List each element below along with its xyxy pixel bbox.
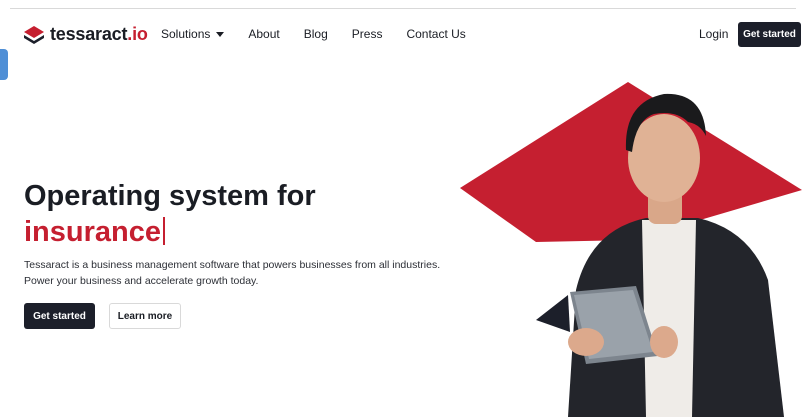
nav-item-contact[interactable]: Contact Us bbox=[406, 27, 465, 41]
typing-cursor bbox=[163, 217, 165, 245]
nav-get-started-button[interactable]: Get started bbox=[738, 22, 801, 47]
nav-item-about[interactable]: About bbox=[248, 27, 279, 41]
nav-links: Solutions About Blog Press Contact Us bbox=[161, 27, 490, 41]
hero-illustration bbox=[450, 80, 806, 417]
caret-down-icon bbox=[216, 31, 225, 37]
hero-title-line1: Operating system for bbox=[24, 180, 316, 212]
tessaract-logo-icon bbox=[24, 25, 44, 44]
hero-description: Tessaract is a business management softw… bbox=[24, 259, 441, 287]
nav-item-press[interactable]: Press bbox=[352, 27, 383, 41]
hero-title: Operating system for insurance bbox=[24, 178, 444, 250]
navbar: tessaract.io Solutions About Blog Press … bbox=[0, 18, 806, 50]
side-feedback-tab[interactable] bbox=[0, 49, 8, 80]
nav-item-blog[interactable]: Blog bbox=[304, 27, 328, 41]
nav-item-solutions[interactable]: Solutions bbox=[161, 27, 225, 41]
top-divider bbox=[10, 8, 796, 9]
hero-get-started-button[interactable]: Get started bbox=[24, 303, 95, 329]
learn-more-button[interactable]: Learn more bbox=[109, 303, 181, 329]
person-shirt bbox=[642, 220, 696, 417]
brand-logo[interactable]: tessaract.io bbox=[24, 24, 148, 45]
hero-title-line2: insurance bbox=[24, 214, 444, 250]
login-link[interactable]: Login bbox=[699, 27, 728, 41]
dark-triangle-shape bbox=[536, 295, 570, 332]
brand-name: tessaract.io bbox=[50, 24, 148, 44]
